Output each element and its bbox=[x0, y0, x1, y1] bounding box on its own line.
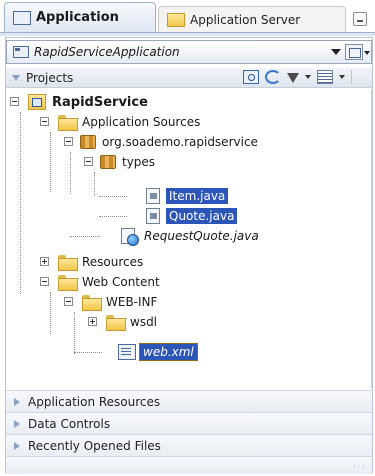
tree-node-label: Item.java bbox=[166, 188, 229, 204]
application-icon bbox=[13, 46, 29, 58]
projects-toolbar bbox=[243, 70, 352, 84]
tree-node-label: Resources bbox=[82, 255, 144, 269]
tree-node-web-content[interactable]: Web Content bbox=[40, 272, 160, 292]
folder-icon bbox=[58, 115, 78, 131]
tree-node-label: types bbox=[122, 155, 156, 169]
tree-node-quote-java[interactable]: Quote.java bbox=[146, 206, 238, 226]
tree-line bbox=[50, 132, 51, 192]
tree-line bbox=[50, 292, 51, 334]
folder-icon bbox=[82, 295, 102, 311]
find-icon[interactable] bbox=[243, 70, 259, 84]
java-file-icon bbox=[146, 208, 160, 224]
tree-node-package[interactable]: org.soademo.rapidservice bbox=[64, 132, 258, 152]
tree-node-label: web.xml bbox=[139, 343, 198, 361]
tab-application-label: Application bbox=[36, 10, 119, 25]
filter-icon[interactable] bbox=[287, 73, 299, 83]
tree-line bbox=[74, 352, 102, 353]
tab-application-server-label: Application Server bbox=[190, 12, 301, 27]
accordion-application-resources[interactable]: Application Resources bbox=[6, 390, 372, 412]
toolbar-separator bbox=[351, 70, 352, 84]
folder-icon bbox=[58, 255, 78, 271]
accordion-label: Application Resources bbox=[28, 394, 161, 409]
collapse-icon[interactable] bbox=[40, 277, 49, 286]
dropdown-arrow-icon[interactable] bbox=[331, 49, 341, 55]
collapse-icon[interactable] bbox=[64, 137, 73, 146]
expand-icon[interactable] bbox=[40, 257, 49, 266]
tree-node-resources[interactable]: Resources bbox=[40, 252, 143, 272]
tree-node-wsdl[interactable]: wsdl bbox=[88, 312, 157, 332]
collapse-icon[interactable] bbox=[64, 297, 73, 306]
tree-line bbox=[20, 112, 21, 294]
resize-grip-icon[interactable]: ‹‹‹ bbox=[352, 462, 366, 472]
application-selector-value: RapidServiceApplication bbox=[34, 45, 180, 59]
projects-label: Projects bbox=[26, 70, 74, 85]
package-icon bbox=[80, 135, 96, 149]
expand-triangle-icon bbox=[14, 397, 20, 406]
filter-dropdown-icon[interactable] bbox=[305, 75, 311, 79]
collapse-icon[interactable] bbox=[40, 117, 49, 126]
folder-icon bbox=[167, 12, 185, 27]
web-service-icon bbox=[120, 228, 139, 246]
collapse-triangle-icon[interactable] bbox=[12, 74, 20, 81]
tree-line bbox=[94, 172, 95, 196]
tree-line bbox=[70, 152, 71, 194]
package-icon bbox=[100, 155, 116, 169]
tree-line bbox=[99, 196, 127, 197]
tree-node-label: WEB-INF bbox=[106, 295, 158, 309]
tab-application-server[interactable]: Application Server bbox=[158, 6, 346, 32]
expand-icon[interactable] bbox=[88, 317, 97, 326]
tree-node-web-inf[interactable]: WEB-INF bbox=[64, 292, 157, 312]
folder-icon bbox=[58, 275, 78, 291]
tree-line bbox=[99, 216, 127, 217]
tab-underline bbox=[0, 32, 375, 36]
java-file-icon bbox=[146, 188, 160, 204]
collapse-icon[interactable] bbox=[84, 157, 93, 166]
projects-panel-header[interactable]: Projects bbox=[6, 68, 372, 88]
project-icon bbox=[28, 94, 46, 110]
tree-node-rapidservice[interactable]: RapidService bbox=[10, 92, 148, 112]
tree-node-label: Application Sources bbox=[82, 115, 201, 129]
accordion-recently-opened-files[interactable]: Recently Opened Files bbox=[6, 434, 372, 456]
panel-footer: ‹‹‹ bbox=[6, 456, 372, 474]
tree-node-label: Web Content bbox=[82, 275, 160, 289]
accordion-label: Data Controls bbox=[28, 416, 111, 431]
project-tree: RapidService Application Sources org.soa… bbox=[6, 90, 372, 388]
tree-node-item-java[interactable]: Item.java bbox=[146, 186, 229, 206]
application-selector[interactable]: RapidServiceApplication bbox=[6, 40, 372, 64]
tree-node-label: RequestQuote.java bbox=[144, 229, 259, 243]
working-sets-icon[interactable] bbox=[317, 70, 333, 84]
application-menu-button[interactable] bbox=[345, 44, 370, 60]
expand-triangle-icon bbox=[14, 441, 20, 450]
expand-triangle-icon bbox=[14, 419, 20, 428]
minimize-button[interactable] bbox=[353, 12, 367, 26]
tab-application[interactable]: Application bbox=[4, 2, 156, 32]
tree-node-label: org.soademo.rapidservice bbox=[102, 135, 258, 149]
tree-line bbox=[74, 312, 75, 354]
folder-icon bbox=[106, 315, 126, 331]
tree-node-types[interactable]: types bbox=[84, 152, 155, 172]
refresh-icon[interactable] bbox=[265, 70, 281, 84]
tree-node-label: RapidService bbox=[52, 94, 148, 110]
tree-node-web-xml[interactable]: web.xml bbox=[118, 342, 198, 362]
tree-node-requestquote-java[interactable]: RequestQuote.java bbox=[120, 226, 259, 246]
accordion-data-controls[interactable]: Data Controls bbox=[6, 412, 372, 434]
navigator-tab-bar: Application Application Server bbox=[0, 0, 375, 36]
application-icon bbox=[13, 10, 31, 25]
tree-node-application-sources[interactable]: Application Sources bbox=[40, 112, 200, 132]
collapse-icon[interactable] bbox=[10, 97, 19, 106]
xml-file-icon bbox=[118, 344, 136, 360]
tree-node-label: wsdl bbox=[130, 315, 158, 329]
accordion-label: Recently Opened Files bbox=[28, 438, 161, 453]
working-sets-dropdown-icon[interactable] bbox=[339, 75, 345, 79]
tree-line bbox=[70, 236, 100, 237]
tree-node-label: Quote.java bbox=[166, 208, 238, 224]
